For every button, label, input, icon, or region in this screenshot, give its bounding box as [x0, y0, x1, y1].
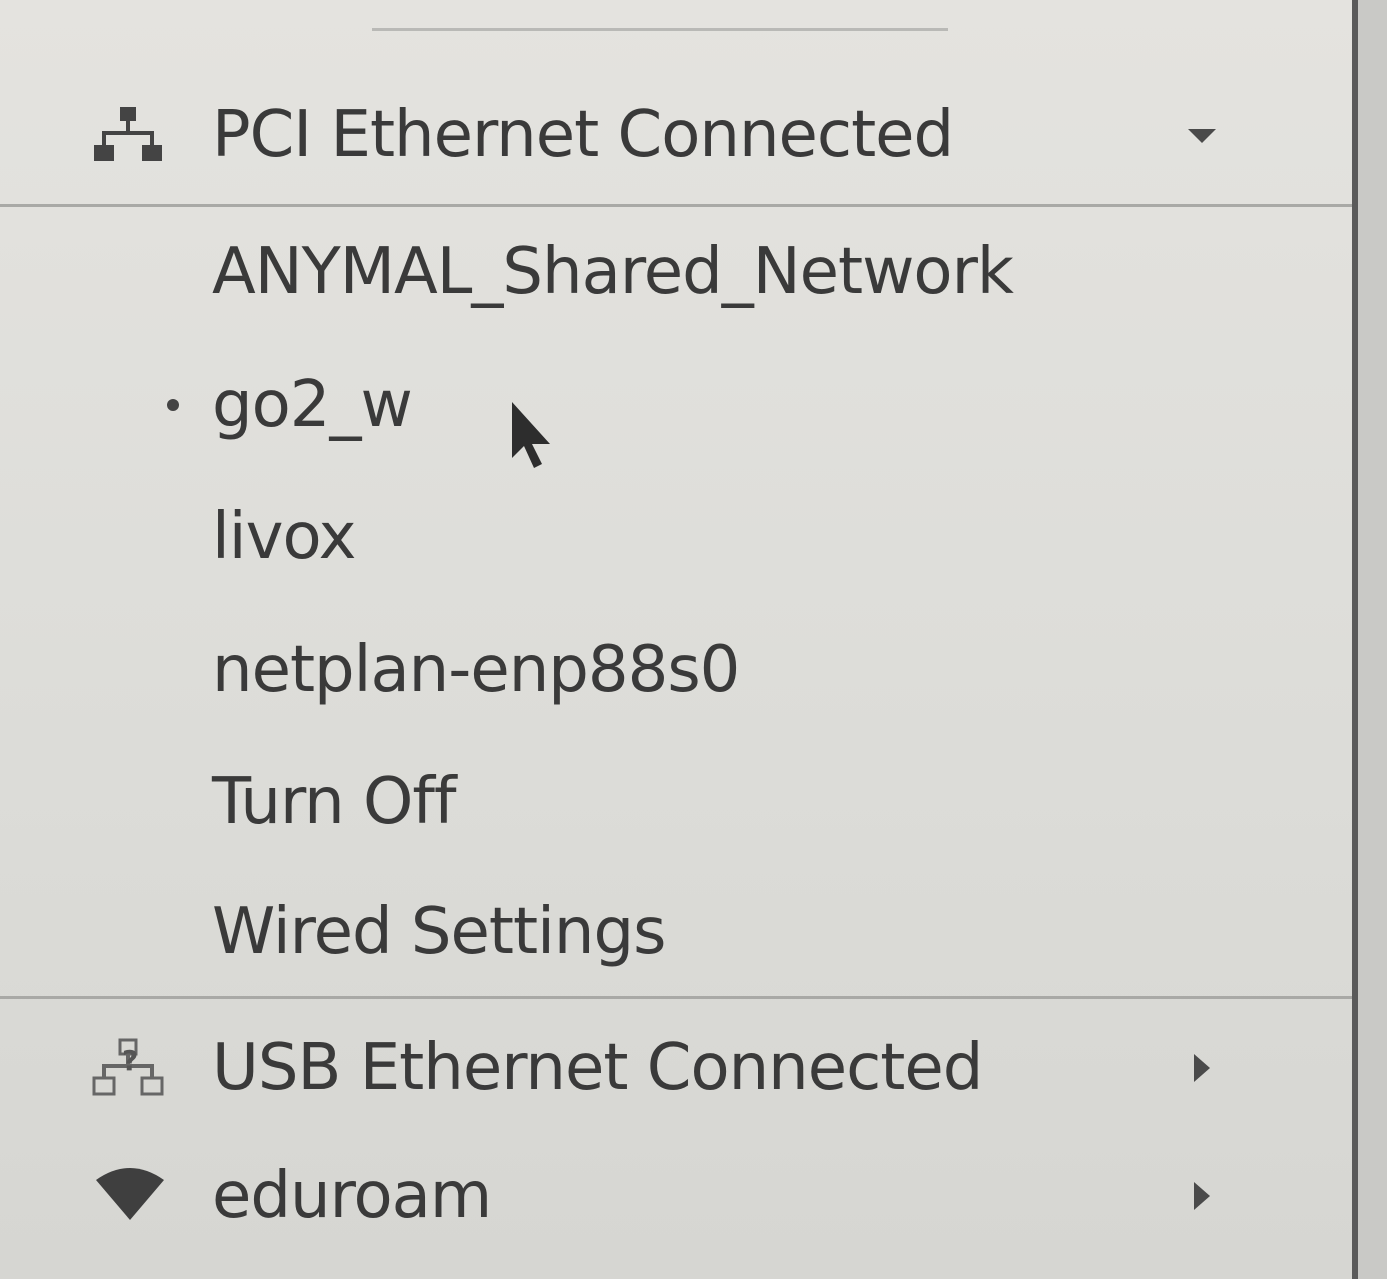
- connection-label: ANYMAL_Shared_Network: [212, 235, 1014, 309]
- pci-ethernet-header[interactable]: PCI Ethernet Connected: [0, 85, 1352, 185]
- wired-settings-label: Wired Settings: [212, 895, 666, 969]
- separator: [0, 204, 1352, 207]
- wired-network-question-icon: ?: [92, 1036, 168, 1100]
- network-menu: PCI Ethernet Connected ANYMAL_Shared_Net…: [0, 0, 1356, 1279]
- wifi-item[interactable]: eduroam: [0, 1146, 1352, 1246]
- wifi-label: eduroam: [212, 1159, 492, 1233]
- connection-item-active[interactable]: go2_w: [0, 355, 1352, 455]
- wired-settings-item[interactable]: Wired Settings: [0, 882, 1352, 982]
- connection-item[interactable]: ANYMAL_Shared_Network: [0, 222, 1352, 322]
- mouse-cursor-icon: [508, 400, 558, 472]
- connection-label: go2_w: [212, 368, 413, 442]
- usb-ethernet-label: USB Ethernet Connected: [212, 1031, 983, 1105]
- turn-off-label: Turn Off: [212, 765, 456, 839]
- turn-off-item[interactable]: Turn Off: [0, 752, 1352, 852]
- separator: [0, 996, 1352, 999]
- connection-label: netplan-enp88s0: [212, 633, 740, 707]
- active-connection-bullet-icon: [167, 399, 179, 411]
- desktop-background: [1358, 0, 1387, 1279]
- chevron-down-icon[interactable]: [1180, 113, 1224, 157]
- chevron-right-icon[interactable]: [1180, 1174, 1224, 1218]
- wifi-icon: [92, 1164, 168, 1228]
- usb-ethernet-item[interactable]: ? USB Ethernet Connected: [0, 1018, 1352, 1118]
- pci-ethernet-label: PCI Ethernet Connected: [212, 98, 954, 172]
- top-separator: [372, 28, 948, 31]
- svg-text:?: ?: [122, 1044, 138, 1077]
- wired-network-icon: [92, 103, 168, 167]
- chevron-right-icon[interactable]: [1180, 1046, 1224, 1090]
- connection-item[interactable]: livox: [0, 487, 1352, 587]
- connection-item[interactable]: netplan-enp88s0: [0, 620, 1352, 720]
- connection-label: livox: [212, 500, 356, 574]
